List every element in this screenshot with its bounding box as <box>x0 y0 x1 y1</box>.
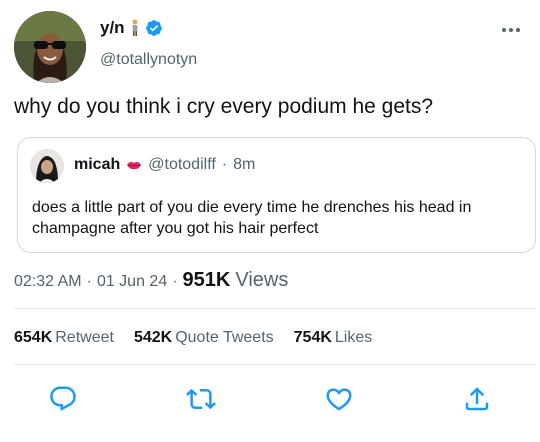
avatar[interactable] <box>14 11 86 83</box>
quotes-stat[interactable]: 542K Quote Tweets <box>134 329 274 347</box>
reply-icon[interactable] <box>48 384 78 414</box>
action-bar <box>0 384 540 416</box>
likes-stat[interactable]: 754K Likes <box>294 329 373 347</box>
tweet-date[interactable]: 01 Jun 24 <box>97 273 167 291</box>
handle[interactable]: @totallynotyn <box>100 51 197 69</box>
views-label: Views <box>235 269 289 291</box>
meta-separator: · <box>172 273 178 290</box>
quotes-label: Quote Tweets <box>175 329 274 346</box>
quoted-tweet[interactable]: micah @totodilff · 8m does a little part… <box>17 137 536 253</box>
retweets-label: Retweet <box>55 329 114 346</box>
verified-badge-icon <box>145 20 162 36</box>
quoted-separator: · <box>221 156 228 173</box>
meta-separator: · <box>86 273 92 290</box>
tweet-text: why do you think i cry every podium he g… <box>14 95 434 118</box>
divider <box>14 308 536 309</box>
divider <box>14 364 536 365</box>
quoted-name[interactable]: micah <box>74 156 120 174</box>
quoted-header: micah @totodilff · 8m <box>74 156 255 174</box>
tweet-time[interactable]: 02:32 AM <box>14 273 82 291</box>
lips-emoji-icon <box>127 161 142 170</box>
share-icon[interactable] <box>462 384 492 414</box>
heart-icon[interactable] <box>324 384 354 414</box>
quoted-avatar[interactable] <box>30 149 64 183</box>
tweet-meta: 02:32 AM · 01 Jun 24 · 951K Views <box>14 269 288 292</box>
likes-count: 754K <box>293 329 332 346</box>
retweet-icon[interactable] <box>186 384 216 414</box>
more-icon[interactable] <box>502 24 526 36</box>
views-count: 951K <box>182 269 231 291</box>
quoted-time[interactable]: 8m <box>233 156 255 174</box>
retweets-stat[interactable]: 654K Retweet <box>14 329 114 347</box>
quoted-text: does a little part of you die every time… <box>32 199 472 237</box>
person-emoji-icon <box>132 19 138 36</box>
quotes-count: 542K <box>133 329 173 346</box>
likes-label: Likes <box>334 329 373 346</box>
quoted-handle[interactable]: @totodilff <box>148 156 216 174</box>
display-name[interactable]: y/n <box>100 18 125 38</box>
name-row: y/n <box>100 18 163 38</box>
retweets-count: 654K <box>14 329 53 346</box>
engagement-stats: 654K Retweet 542K Quote Tweets 754K Likes <box>14 329 372 347</box>
